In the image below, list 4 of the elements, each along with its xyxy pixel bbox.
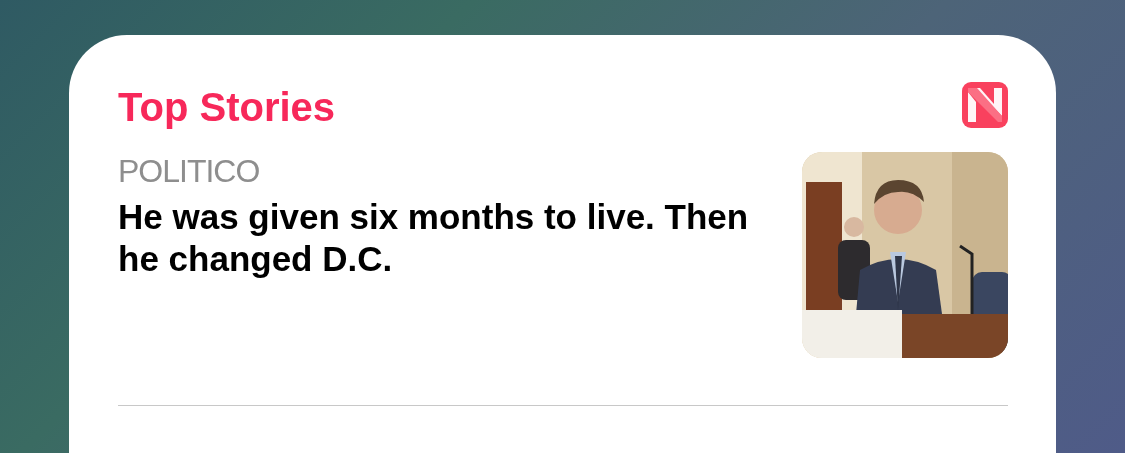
source-name: POLITICO [118,154,260,188]
news-app-icon [962,82,1008,128]
widget-title: Top Stories [118,84,336,131]
story-headline[interactable]: He was given six months to live. Then he changed D.C. [118,196,768,280]
